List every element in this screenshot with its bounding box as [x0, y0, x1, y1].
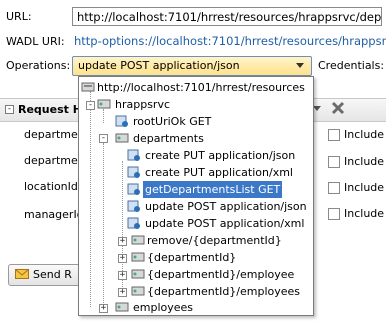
url-label: URL:	[6, 10, 32, 23]
method-icon	[115, 115, 128, 127]
tree-item-label: remove/{departmentId}	[147, 234, 282, 247]
method-icon	[127, 200, 140, 212]
collapse-icon[interactable]: -	[86, 101, 95, 110]
panel-menu-icon[interactable]	[313, 106, 321, 111]
expand-icon[interactable]: +	[99, 304, 108, 313]
request-header-title: Request H	[18, 103, 82, 116]
close-icon[interactable]	[330, 100, 346, 116]
operations-label: Operations:	[6, 59, 71, 72]
resource-icon	[131, 252, 145, 262]
include-checkbox[interactable]	[328, 129, 340, 141]
method-icon	[127, 183, 140, 195]
resource-icon	[97, 99, 111, 109]
expand-icon[interactable]: +	[118, 237, 127, 246]
field-label: locationId :	[24, 180, 86, 193]
tree-item-label: getDepartmentsList GET	[143, 181, 283, 198]
include-label: Include	[344, 207, 385, 220]
tree-item-label: hrappsrvc	[115, 98, 171, 111]
tree-item-label: employees	[133, 301, 194, 314]
field-label: departmen	[24, 128, 85, 141]
tree-guide-line	[90, 91, 91, 307]
tree-guide-line	[103, 109, 104, 123]
resource-icon	[131, 269, 145, 279]
tree-item-label: rootUriOk GET	[133, 115, 212, 128]
credentials-label: Credentials:	[318, 59, 385, 72]
tree-item-label: create PUT application/xml	[145, 166, 293, 179]
server-icon	[81, 82, 95, 92]
collapse-icon[interactable]: -	[99, 134, 108, 143]
resource-icon	[131, 235, 145, 245]
send-request-button[interactable]: Send R	[8, 264, 88, 286]
include-checkbox[interactable]	[328, 208, 340, 220]
tree-item-label: departments	[133, 132, 204, 145]
tree-item-label: update POST application/xml	[145, 217, 305, 230]
wadl-uri-link[interactable]: http-options://localhost:7101/hrrest/res…	[74, 34, 386, 48]
method-icon	[127, 217, 140, 229]
operations-dropdown[interactable]: update POST application/json	[72, 56, 312, 76]
expand-icon[interactable]: +	[118, 271, 127, 280]
include-label: Include	[344, 155, 385, 168]
tree-item-label: http://localhost:7101/hrrest/resources	[97, 81, 305, 94]
tree-guide-line	[103, 143, 104, 307]
resource-icon	[115, 302, 129, 312]
resource-icon	[131, 286, 145, 296]
method-icon	[127, 166, 140, 178]
tree-item-label: {departmentId}/employees	[147, 285, 301, 298]
url-field[interactable]: http://localhost:7101/hrrest/resources/h…	[72, 7, 382, 26]
field-label: managerId	[24, 208, 84, 221]
include-label: Include	[344, 181, 385, 194]
expand-icon[interactable]: -	[5, 105, 14, 114]
send-request-label: Send R	[33, 268, 72, 281]
tree-item-label: create PUT application/json	[145, 149, 296, 162]
chevron-down-icon[interactable]	[296, 63, 304, 68]
resource-icon	[115, 133, 129, 143]
method-icon	[127, 149, 140, 161]
envelope-icon	[15, 269, 29, 279]
wadl-uri-label: WADL URI:	[6, 35, 65, 48]
tree-item-label: {departmentId}/employee	[147, 268, 295, 281]
expand-icon[interactable]: +	[118, 288, 127, 297]
include-checkbox[interactable]	[328, 182, 340, 194]
include-checkbox[interactable]	[328, 156, 340, 168]
tree-item-label: update POST application/json	[145, 200, 307, 213]
tree-item-label: {departmentId}	[147, 251, 237, 264]
expand-icon[interactable]: +	[118, 254, 127, 263]
include-label: Include	[344, 128, 385, 141]
operations-popup: http://localhost:7101/hrrest/resources -…	[78, 76, 314, 316]
field-label: departmen	[24, 154, 85, 167]
